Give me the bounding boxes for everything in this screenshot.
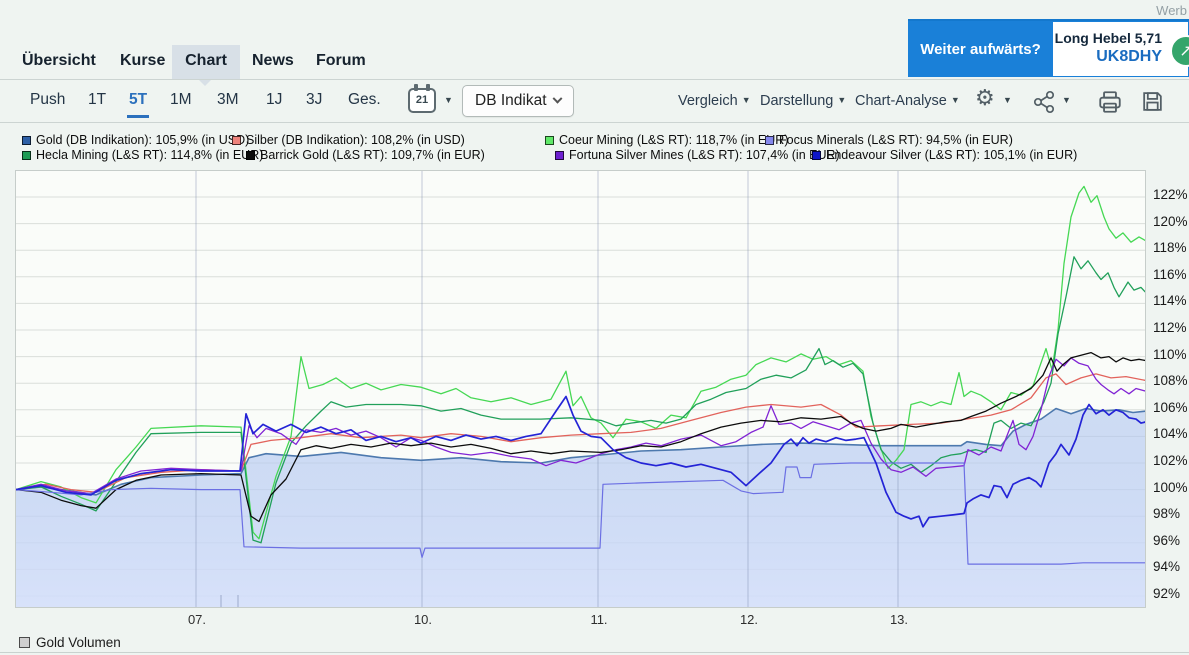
y-axis-label: 108%: [1153, 373, 1189, 388]
legend-color-icon: [22, 136, 31, 145]
period-ges[interactable]: Ges.: [348, 82, 381, 120]
legend-item[interactable]: Hecla Mining (L&S RT): 114,8% (in EUR): [22, 148, 263, 163]
y-axis-label: 118%: [1153, 240, 1189, 255]
y-axis-label: 94%: [1153, 559, 1189, 574]
legend-label: Silber (DB Indikation): 108,2% (in USD): [246, 133, 465, 147]
legend-color-icon: [246, 151, 255, 160]
legend-color-icon: [545, 136, 554, 145]
y-axis-label: 92%: [1153, 586, 1189, 601]
legend-item[interactable]: Silber (DB Indikation): 108,2% (in USD): [232, 133, 465, 148]
legend-label: Gold (DB Indikation): 105,9% (in USD): [36, 133, 249, 147]
period-1m[interactable]: 1M: [170, 82, 192, 120]
chart-toolbar: Push 1T 5T 1M 3M 1J 3J Ges. 21 ▼ DB Indi…: [0, 82, 1189, 122]
indicator-select-button[interactable]: DB Indikat: [462, 85, 574, 117]
chart-canvas[interactable]: [16, 171, 1145, 607]
y-axis-label: 122%: [1153, 187, 1189, 202]
dropdown-arrow-icon: ▼: [837, 95, 846, 105]
menu-vergleich[interactable]: Vergleich ▼: [678, 82, 751, 120]
top-ad-strip: Werb: [0, 0, 1189, 18]
nav-tab-kurse[interactable]: Kurse: [120, 45, 165, 79]
product-name: Long Hebel 5,71: [1053, 30, 1162, 46]
x-axis-label: 13.: [881, 612, 917, 627]
y-axis-label: 102%: [1153, 453, 1189, 468]
share-dropdown-arrow[interactable]: ▼: [1062, 82, 1071, 120]
share-icon[interactable]: [1032, 90, 1056, 119]
y-axis-label: 116%: [1153, 267, 1189, 282]
legend-color-icon: [812, 151, 821, 160]
divider: [0, 79, 1189, 80]
nav-tab-forum[interactable]: Forum: [316, 45, 366, 79]
nav-tab-uebersicht[interactable]: Übersicht: [22, 45, 96, 79]
menu-darstellung[interactable]: Darstellung ▼: [760, 82, 846, 120]
y-axis-label: 114%: [1153, 293, 1189, 308]
x-axis-label: 10.: [405, 612, 441, 627]
legend-label: Fortuna Silver Mines (L&S RT): 107,4% (i…: [569, 148, 840, 162]
chevron-down-icon: [552, 94, 562, 104]
dropdown-arrow-icon: ▼: [951, 95, 960, 105]
period-3j[interactable]: 3J: [306, 82, 322, 120]
period-1t[interactable]: 1T: [88, 82, 106, 120]
legend-item[interactable]: Barrick Gold (L&S RT): 109,7% (in EUR): [246, 148, 485, 163]
legend-label: Focus Minerals (L&S RT): 94,5% (in EUR): [779, 133, 1013, 147]
x-axis-label: 07.: [179, 612, 215, 627]
legend-item[interactable]: Fortuna Silver Mines (L&S RT): 107,4% (i…: [555, 148, 840, 163]
legend-label: Endeavour Silver (L&S RT): 105,1% (in EU…: [826, 148, 1077, 162]
legend-label: Coeur Mining (L&S RT): 118,7% (in EUR): [559, 133, 788, 147]
legend-color-icon: [555, 151, 564, 160]
nav-tab-news[interactable]: News: [252, 45, 294, 79]
divider: [0, 122, 1189, 123]
legend-item[interactable]: Endeavour Silver (L&S RT): 105,1% (in EU…: [812, 148, 1077, 163]
period-3m[interactable]: 3M: [217, 82, 239, 120]
nav-tab-chart[interactable]: Chart: [172, 45, 240, 79]
legend-color-icon: [232, 136, 241, 145]
price-chart[interactable]: [15, 170, 1146, 608]
volume-legend-square-icon: [19, 637, 30, 648]
legend-item[interactable]: Gold (DB Indikation): 105,9% (in USD): [22, 133, 249, 148]
legend-item[interactable]: Focus Minerals (L&S RT): 94,5% (in EUR): [765, 133, 1013, 148]
menu-chart-analyse[interactable]: Chart-Analyse ▼: [855, 82, 960, 120]
y-axis-label: 100%: [1153, 480, 1189, 495]
settings-dropdown-arrow[interactable]: ▼: [1003, 82, 1012, 120]
volume-legend-label: Gold Volumen: [36, 635, 121, 650]
dropdown-arrow-icon: ▼: [742, 95, 751, 105]
x-axis-label: 11.: [581, 612, 617, 627]
period-5t[interactable]: 5T: [129, 82, 147, 120]
save-icon[interactable]: [1140, 89, 1165, 119]
volume-legend[interactable]: Gold Volumen: [19, 635, 121, 650]
y-axis-label: 104%: [1153, 426, 1189, 441]
y-axis-label: 98%: [1153, 506, 1189, 521]
y-axis-label: 120%: [1153, 214, 1189, 229]
x-axis-label: 12.: [731, 612, 767, 627]
period-1j[interactable]: 1J: [266, 82, 282, 120]
gear-icon[interactable]: ⚙: [975, 83, 995, 113]
y-axis-label: 96%: [1153, 533, 1189, 548]
period-push[interactable]: Push: [30, 82, 65, 120]
series-legend: Gold (DB Indikation): 105,9% (in USD)Sil…: [15, 133, 1175, 165]
calendar-dropdown-arrow[interactable]: ▼: [444, 82, 453, 120]
ad-hint-label: Werb: [1156, 3, 1187, 18]
y-axis-label: 112%: [1153, 320, 1189, 335]
printer-icon[interactable]: [1097, 89, 1123, 120]
legend-item[interactable]: Coeur Mining (L&S RT): 118,7% (in EUR): [545, 133, 788, 148]
y-axis-label: 110%: [1153, 347, 1189, 362]
calendar-icon[interactable]: 21: [408, 88, 436, 113]
y-axis-label: 106%: [1153, 400, 1189, 415]
legend-color-icon: [22, 151, 31, 160]
main-nav: Übersicht Kurse Chart News Forum: [0, 45, 1189, 79]
divider: [0, 652, 1189, 653]
legend-label: Barrick Gold (L&S RT): 109,7% (in EUR): [260, 148, 485, 162]
legend-label: Hecla Mining (L&S RT): 114,8% (in EUR): [36, 148, 263, 162]
legend-color-icon: [765, 136, 774, 145]
